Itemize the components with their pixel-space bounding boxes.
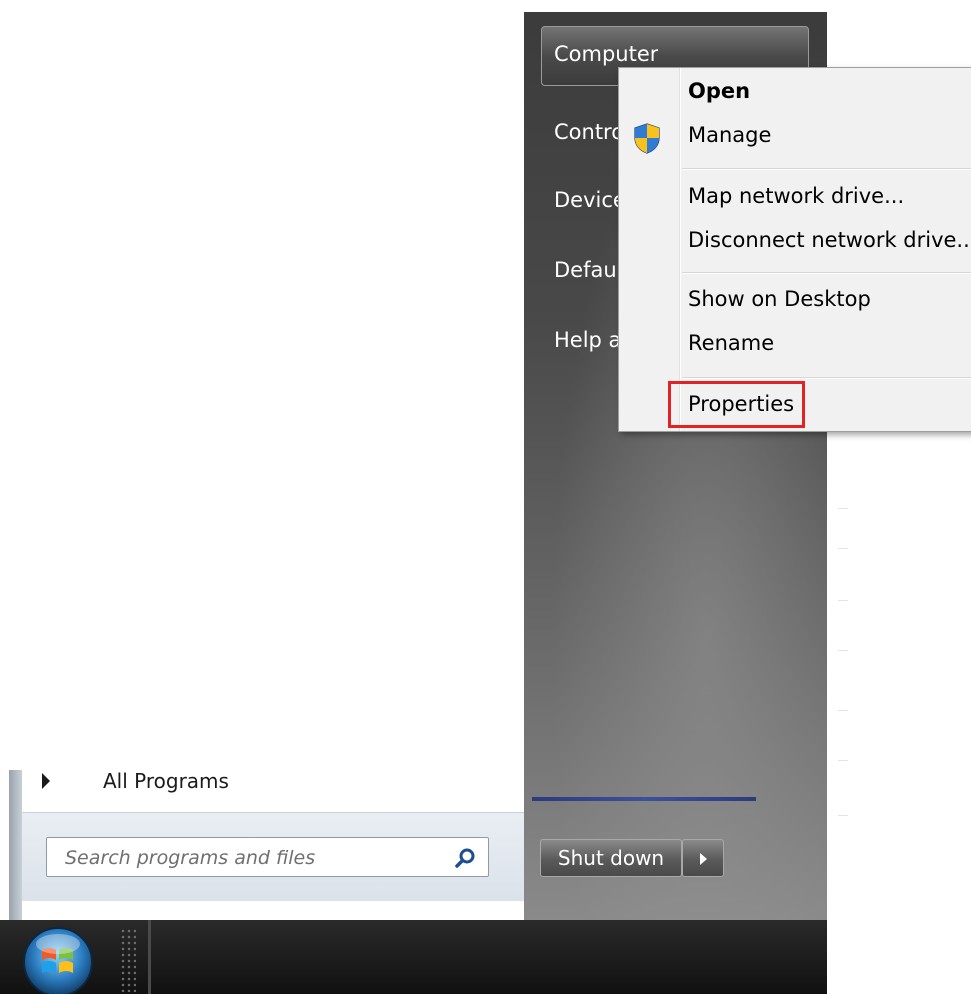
divider <box>838 650 848 651</box>
start-item-help-support[interactable]: Help a <box>554 328 618 352</box>
menu-gutter <box>679 68 681 431</box>
decorative-line <box>532 797 756 801</box>
menu-item-open[interactable]: Open <box>688 79 750 103</box>
all-programs-label: All Programs <box>103 769 229 793</box>
divider <box>838 815 848 816</box>
menu-item-rename[interactable]: Rename <box>688 331 774 355</box>
menu-separator <box>682 168 971 170</box>
windows-start-orb-icon[interactable] <box>18 924 98 994</box>
taskbar-divider <box>148 920 151 994</box>
divider <box>838 548 848 549</box>
expand-arrow-icon <box>42 773 50 789</box>
divider <box>838 508 848 509</box>
menu-separator <box>682 272 971 274</box>
divider <box>838 760 848 761</box>
search-box[interactable] <box>46 837 489 877</box>
taskbar-grip[interactable] <box>120 928 136 992</box>
shutdown-button[interactable]: Shut down <box>540 839 682 877</box>
search-area <box>22 812 524 901</box>
start-item-computer[interactable]: Computer <box>554 42 658 66</box>
menu-item-show-on-desktop[interactable]: Show on Desktop <box>688 287 871 311</box>
divider <box>838 710 848 711</box>
start-item-default-programs[interactable]: Defau <box>554 258 618 282</box>
shutdown-options-button[interactable] <box>682 839 724 877</box>
frame-edge <box>524 0 827 12</box>
arrow-right-icon <box>700 853 707 865</box>
menu-item-disconnect-network-drive[interactable]: Disconnect network drive... <box>688 228 971 252</box>
search-icon[interactable] <box>454 847 476 869</box>
menu-item-map-network-drive[interactable]: Map network drive... <box>688 184 904 208</box>
search-input[interactable] <box>63 844 437 872</box>
menu-separator <box>682 377 971 379</box>
start-item-devices[interactable]: Device <box>554 188 618 212</box>
start-menu-frame <box>9 770 22 920</box>
uac-shield-icon <box>634 123 660 154</box>
all-programs-button[interactable]: All Programs <box>22 758 524 806</box>
divider <box>838 600 848 601</box>
menu-item-manage[interactable]: Manage <box>688 123 771 147</box>
properties-highlight-box <box>668 381 805 428</box>
start-item-control-panel[interactable]: Contro <box>554 120 618 144</box>
